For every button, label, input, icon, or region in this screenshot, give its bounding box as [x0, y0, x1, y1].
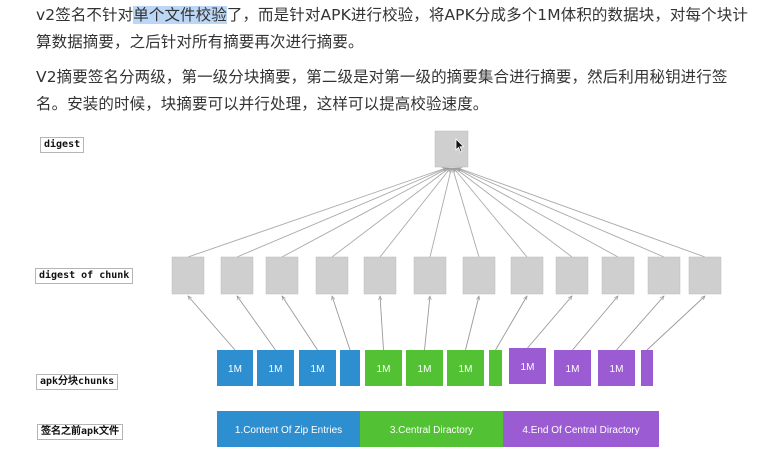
chunk-to-digest-arrow	[237, 296, 276, 351]
digest-to-top-arrow	[458, 168, 706, 258]
chunk-7: 1M	[447, 350, 484, 386]
chunk-block	[340, 350, 360, 386]
chunk-8	[489, 350, 502, 386]
chunk-3: 1M	[299, 350, 336, 386]
chunk-size-label: 1M	[459, 364, 473, 375]
chunk-to-digest-arrow	[646, 296, 705, 351]
chunk-10: 1M	[554, 350, 591, 386]
label-digest-of-chunk: digest of chunk	[35, 268, 134, 284]
chunk-digest-row	[171, 256, 722, 295]
top-digest-box	[434, 130, 469, 168]
chunk-2: 1M	[257, 350, 294, 386]
label-digest: digest	[40, 137, 85, 153]
chunk-size-label: 1M	[521, 362, 535, 373]
chunk-digest-box	[363, 256, 397, 295]
label-apk-file: 签名之前apk文件	[37, 424, 124, 440]
chunk-digest-box	[555, 256, 589, 295]
file-section-label: 1.Content Of Zip Entries	[235, 425, 342, 436]
chunk-12	[641, 350, 653, 386]
chunk-size-label: 1M	[377, 364, 391, 375]
chunk-4	[340, 350, 360, 386]
digest-to-top-arrow	[429, 168, 451, 258]
chunk-digest-box	[171, 256, 205, 295]
chunk-digest-box	[315, 256, 349, 295]
chunk-to-digest-arrow	[572, 296, 619, 351]
chunk-to-digest-arrow	[424, 296, 431, 351]
file-section-3: 4.End Of Central Diractory	[503, 411, 659, 447]
digest-to-top-arrow	[453, 168, 480, 258]
digest-to-top-arrow	[455, 168, 573, 258]
digest-to-top-arrow	[454, 168, 528, 258]
chunk-digest-box	[601, 256, 635, 295]
chunk-size-label: 1M	[228, 364, 242, 375]
chunk-digest-box	[220, 256, 254, 295]
chunk-digest-box	[510, 256, 544, 295]
chunk-block	[489, 350, 502, 386]
chunk-to-digest-arrow	[465, 296, 480, 351]
chunk-to-digest-arrow	[527, 296, 573, 349]
file-section-label: 4.End Of Central Diractory	[522, 425, 639, 436]
apk-chunk-row: 1M 1M 1M 1M 1M 1M 1M 1M 1M	[217, 348, 653, 386]
chunk-5: 1M	[365, 350, 402, 386]
chunk-1: 1M	[217, 350, 253, 386]
chunk-digest-box	[413, 256, 447, 295]
digest-to-top-arrow	[457, 167, 665, 258]
chunk-digest-box	[647, 256, 681, 295]
file-section-label: 3.Central Diractory	[390, 425, 473, 436]
chunk-9: 1M	[509, 348, 546, 384]
chunk-size-label: 1M	[566, 364, 580, 375]
chunk-block	[641, 350, 653, 386]
file-section-2: 3.Central Diractory	[360, 411, 503, 447]
chunk-size-label: 1M	[418, 364, 432, 375]
chunk-digest-box	[462, 256, 496, 295]
chunk-6: 1M	[406, 350, 443, 386]
digest-to-top-arrow	[281, 167, 448, 258]
digest-to-top-arrow	[187, 168, 446, 258]
chunk-digest-box	[688, 256, 722, 295]
chunk-connector-lines	[188, 296, 705, 351]
chunk-to-digest-arrow	[332, 296, 351, 351]
chunk-digest-box	[265, 256, 299, 295]
chunk-11: 1M	[598, 350, 635, 386]
digest-to-top-arrow	[456, 167, 619, 258]
chunk-to-digest-arrow	[188, 296, 236, 351]
label-apk-chunks: apk分块chunks	[36, 374, 119, 390]
digest-connector-lines	[187, 167, 706, 258]
chunk-to-digest-arrow	[495, 296, 528, 351]
file-section-1: 1.Content Of Zip Entries	[217, 411, 360, 447]
v2-signature-diagram: 1M 1M 1M 1M 1M 1M 1M 1M 1M 1.Content Of Zip Entr…	[171, 130, 722, 447]
chunk-size-label: 1M	[610, 364, 624, 375]
chunk-to-digest-arrow	[616, 296, 665, 351]
chunk-size-label: 1M	[311, 364, 325, 375]
chunk-size-label: 1M	[269, 364, 283, 375]
chunk-to-digest-arrow	[282, 296, 318, 351]
apk-file-bar: 1.Content Of Zip Entries 3.Central Diract…	[217, 411, 659, 447]
chunk-to-digest-arrow	[380, 296, 384, 351]
